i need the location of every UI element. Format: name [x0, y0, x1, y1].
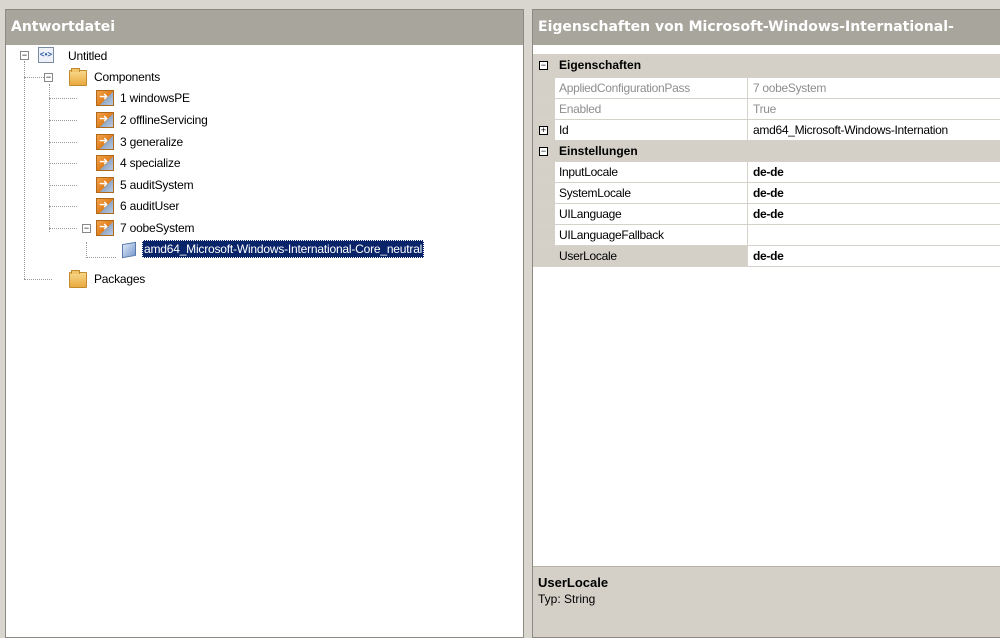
setting-row-uilanguage[interactable]: UILanguage de-de — [533, 204, 1000, 225]
configuration-pass-icon — [96, 198, 114, 214]
tree-node-pass-windowspe[interactable]: 1 windowsPE — [118, 89, 192, 109]
property-description-panel: UserLocale Typ: String — [533, 566, 1000, 637]
configuration-pass-icon — [96, 134, 114, 150]
setting-row-systemlocale[interactable]: SystemLocale de-de — [533, 183, 1000, 204]
answer-file-pane-title: Antwortdatei — [6, 10, 523, 46]
collapse-category-icon[interactable]: − — [539, 147, 548, 156]
properties-pane-title: Eigenschaften von Microsoft-Windows-Inte… — [533, 10, 1000, 46]
collapse-category-icon[interactable]: − — [539, 61, 548, 70]
configuration-pass-icon — [96, 90, 114, 106]
tree-node-untitled[interactable]: Untitled — [66, 47, 109, 67]
property-row-id[interactable]: + Id amd64_Microsoft-Windows-Internation — [533, 120, 1000, 141]
tree-node-selected-component[interactable]: amd64_Microsoft-Windows-International-Co… — [142, 240, 425, 260]
setting-row-inputlocale[interactable]: InputLocale de-de — [533, 162, 1000, 183]
configuration-pass-icon — [96, 155, 114, 171]
tree-node-components[interactable]: Components — [92, 68, 162, 88]
setting-row-uilanguagefallback[interactable]: UILanguageFallback — [533, 225, 1000, 246]
collapse-oobesystem-toggle[interactable]: − — [82, 224, 91, 233]
tree-node-pass-offlineservicing[interactable]: 2 offlineServicing — [118, 111, 210, 131]
configuration-pass-icon — [96, 112, 114, 128]
folder-icon — [69, 270, 87, 288]
component-icon — [122, 241, 136, 259]
tree-node-pass-auditsystem[interactable]: 5 auditSystem — [118, 176, 195, 196]
tree-node-untitled-label: Untitled — [68, 49, 108, 63]
configuration-pass-icon — [96, 177, 114, 193]
tree-node-pass-generalize[interactable]: 3 generalize — [118, 133, 185, 153]
description-text: Typ: String — [538, 592, 596, 606]
collapse-components-toggle[interactable]: − — [44, 73, 53, 82]
tree-node-packages[interactable]: Packages — [92, 270, 147, 290]
tree-node-pass-oobesystem[interactable]: 7 oobeSystem — [118, 219, 196, 239]
folder-icon — [69, 68, 87, 86]
collapse-root-toggle[interactable]: − — [20, 51, 29, 60]
answer-file-pane: Antwortdatei − <•> Untitled − Components… — [5, 9, 524, 638]
configuration-pass-icon — [96, 220, 114, 236]
properties-pane: Eigenschaften von Microsoft-Windows-Inte… — [532, 9, 1000, 638]
category-eigenschaften[interactable]: − Eigenschaften — [533, 54, 1000, 78]
property-grid: − Eigenschaften AppliedConfigurationPass… — [533, 54, 1000, 267]
tree-node-pass-specialize[interactable]: 4 specialize — [118, 154, 182, 174]
xml-file-icon: <•> — [38, 47, 54, 63]
expand-id-icon[interactable]: + — [539, 126, 548, 135]
category-einstellungen[interactable]: − Einstellungen — [533, 141, 1000, 162]
description-title: UserLocale — [538, 575, 609, 590]
property-row-appliedconfigurationpass[interactable]: AppliedConfigurationPass 7 oobeSystem — [533, 78, 1000, 99]
tree-node-pass-audituser[interactable]: 6 auditUser — [118, 197, 181, 217]
property-row-enabled[interactable]: Enabled True — [533, 99, 1000, 120]
answer-file-tree: − <•> Untitled − Components 1 windowsPE … — [6, 46, 523, 637]
setting-row-userlocale[interactable]: UserLocale de-de — [533, 246, 1000, 267]
